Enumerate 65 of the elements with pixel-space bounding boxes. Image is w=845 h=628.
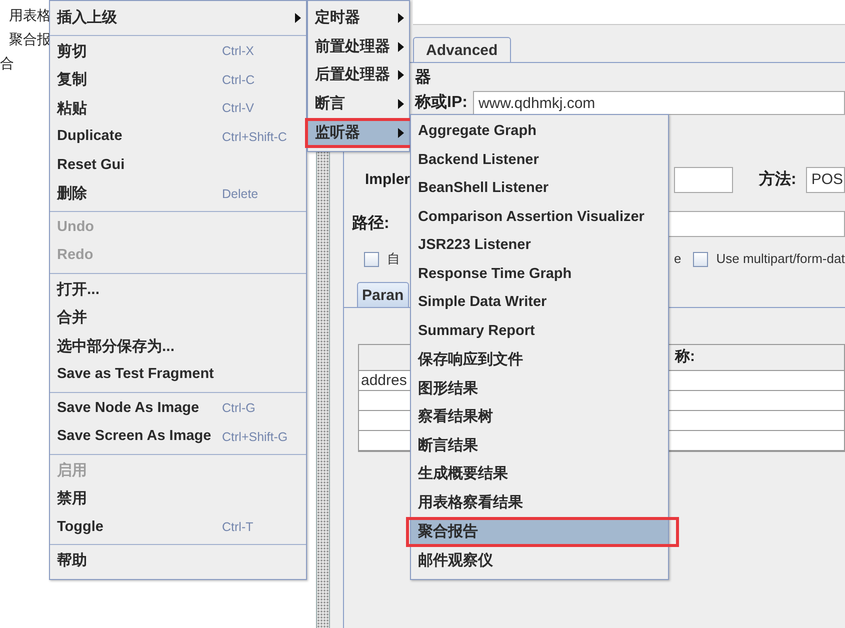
shortcut-label: Ctrl-C — [222, 72, 256, 89]
menu-item[interactable]: 察看结果树 — [411, 403, 668, 432]
section-title: 器 — [415, 68, 431, 88]
menu-item[interactable]: Simple Data Writer — [411, 289, 668, 318]
menu-item[interactable]: 帮助 — [50, 547, 306, 576]
menu-item[interactable]: 粘贴 Ctrl-V — [50, 94, 306, 123]
menu-item[interactable]: 选中部分保存为... — [50, 332, 306, 361]
option-label: 自 — [387, 250, 400, 268]
menu-item[interactable]: 复制 Ctrl-C — [50, 66, 306, 94]
field-label: 方法: — [759, 169, 796, 190]
table-cell: addres — [361, 372, 407, 389]
menu-item[interactable]: 邮件观察仪 — [411, 547, 668, 576]
menu-item[interactable]: 删除 Delete — [50, 180, 306, 208]
tab[interactable]: Advanced — [413, 37, 511, 62]
menu-item[interactable]: 断言结果 — [411, 432, 668, 460]
shortcut-label: Ctrl-T — [222, 519, 254, 536]
checkbox[interactable] — [364, 252, 379, 266]
menu-item[interactable]: 图形结果 — [411, 374, 668, 403]
menu-item[interactable]: Save as Test Fragment — [50, 361, 306, 390]
method-field[interactable]: POS — [806, 167, 845, 193]
menu-item[interactable]: 插入上级 — [50, 4, 306, 32]
menu-item[interactable]: Aggregate Graph — [411, 118, 668, 146]
menu-item[interactable]: 打开... — [50, 276, 306, 304]
menu-item[interactable]: Response Time Graph — [411, 260, 668, 289]
menu-item[interactable]: Summary Report — [411, 318, 668, 346]
menu-item[interactable]: 合并 — [50, 304, 306, 332]
menu-item[interactable]: 定时器 — [308, 4, 409, 32]
name-field[interactable] — [413, 0, 845, 25]
menu-item[interactable]: 监听器 — [308, 121, 409, 145]
menu-item[interactable]: Save Screen As Image Ctrl+Shift-G — [50, 423, 306, 452]
option-label: Use multipart/form-dat — [716, 250, 845, 268]
menu-item[interactable]: 生成概要结果 — [411, 460, 668, 488]
field-label: 路径: — [352, 214, 390, 234]
menu-item[interactable]: 用表格察看结果 — [411, 488, 668, 517]
menu-item[interactable]: 后置处理器 — [308, 61, 409, 90]
checkbox[interactable] — [693, 252, 708, 266]
menu-item[interactable]: Reset Gui — [50, 152, 306, 180]
menu-item[interactable]: JSR223 Listener — [411, 232, 668, 260]
shortcut-label: Ctrl-V — [222, 100, 255, 118]
column-header: 称: — [675, 347, 695, 368]
menu-item[interactable]: Backend Listener — [411, 146, 668, 175]
menu-item[interactable]: 前置处理器 — [308, 32, 409, 61]
menu-item[interactable]: Duplicate Ctrl+Shift-C — [50, 123, 306, 152]
menu-item[interactable]: 保存响应到文件 — [411, 346, 668, 374]
menu-item[interactable]: 禁用 — [50, 485, 306, 514]
tree-item[interactable]: 用表格 — [9, 4, 51, 26]
menu-item[interactable]: Save Node As Image Ctrl-G — [50, 394, 306, 423]
tab[interactable]: Paran — [357, 282, 409, 307]
server-field[interactable]: www.qdhmkj.com — [473, 91, 845, 115]
menu-item[interactable]: BeanShell Listener — [411, 175, 668, 204]
shortcut-label: Ctrl-G — [222, 400, 256, 418]
port-field[interactable] — [674, 167, 734, 193]
shortcut-label: Ctrl+Shift-G — [222, 428, 289, 446]
field-label: 称或IP: — [415, 92, 468, 113]
shortcut-label: Ctrl-X — [222, 43, 255, 60]
field-label: Impler — [365, 170, 410, 190]
tree-item[interactable]: 合 — [0, 52, 14, 74]
shortcut-label: Ctrl+Shift-C — [222, 128, 288, 146]
menu-item[interactable]: Comparison Assertion Visualizer — [411, 204, 668, 232]
menu-item[interactable]: 断言 — [308, 90, 409, 118]
menu-item[interactable]: 剪切 Ctrl-X — [50, 38, 306, 66]
menu-item[interactable]: 聚合报告 — [411, 520, 668, 544]
shortcut-label: Delete — [222, 186, 260, 203]
option-label: e — [674, 250, 682, 268]
menu-item[interactable]: Toggle Ctrl-T — [50, 514, 306, 542]
